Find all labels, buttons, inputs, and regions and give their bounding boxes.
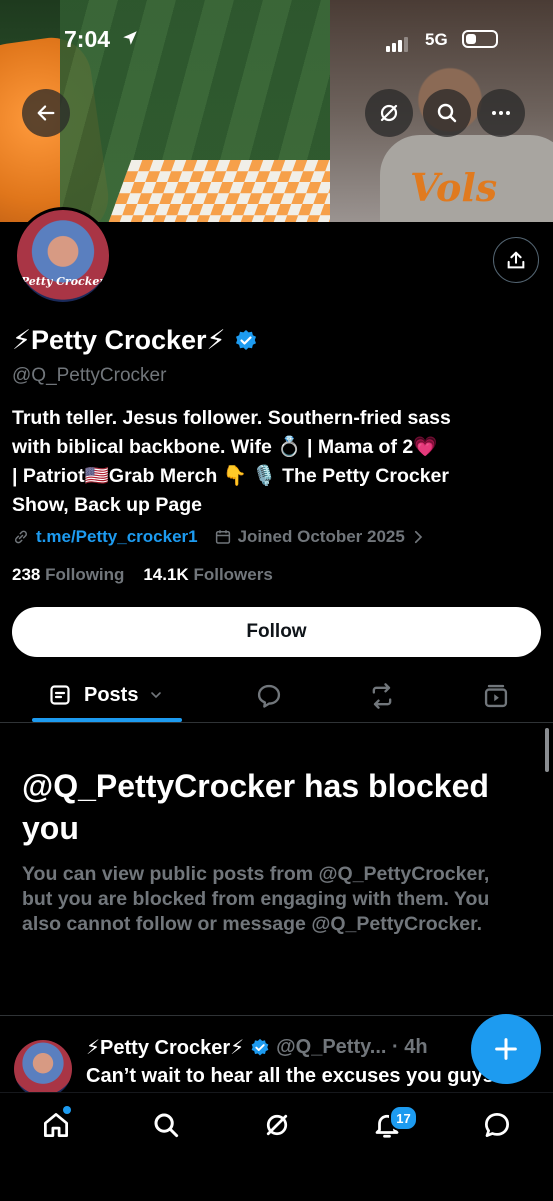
profile-handle: @Q_PettyCrocker — [12, 365, 167, 386]
profile-link[interactable]: t.me/Petty_crocker1 — [36, 527, 198, 547]
following-label: Following — [45, 565, 125, 584]
profile-display-name: ⚡Petty Crocker⚡ — [12, 325, 258, 356]
location-arrow-icon — [123, 31, 137, 45]
divider — [0, 1015, 553, 1016]
scrollbar[interactable] — [545, 728, 549, 772]
follow-counts: 238 Following 14.1K Followers — [12, 565, 273, 585]
tab-posts[interactable]: Posts — [48, 683, 164, 707]
link-icon — [14, 530, 28, 544]
compose-button[interactable] — [471, 1014, 541, 1084]
replies-tab-icon[interactable] — [255, 682, 283, 710]
chevron-right-icon[interactable] — [409, 528, 427, 546]
home-unread-dot — [63, 1106, 71, 1114]
verified-icon[interactable] — [234, 329, 258, 353]
profile-avatar[interactable]: Petty Crocker — [14, 207, 112, 305]
tweet-text[interactable]: Can’t wait to hear all the excuses you g… — [86, 1065, 526, 1088]
media-tab-icon[interactable] — [482, 682, 510, 710]
compose-icon — [495, 1038, 517, 1060]
active-tab-indicator — [32, 718, 182, 722]
display-name-text: ⚡Petty Crocker⚡ — [12, 325, 226, 355]
messages-icon[interactable] — [482, 1110, 512, 1140]
grok-icon — [380, 104, 398, 122]
calendar-icon — [215, 530, 230, 544]
notifications-badge: 17 — [389, 1105, 418, 1131]
followers-link[interactable]: 14.1K Followers — [143, 565, 272, 584]
bio-line: | Patriot🇺🇸Grab Merch 👇 🎙️ The Petty Cro… — [12, 465, 449, 487]
status-bar: 7:04 5G — [0, 0, 553, 70]
tweet-avatar[interactable] — [14, 1040, 72, 1098]
bottom-nav — [0, 1092, 553, 1201]
tab-posts-label: Posts — [84, 683, 139, 706]
follow-button[interactable]: Follow — [12, 607, 541, 657]
chevron-down-icon — [151, 692, 162, 699]
tweet-handle-time: @Q_Petty... · 4h — [276, 1036, 428, 1058]
network-type: 5G — [425, 30, 448, 49]
back-button[interactable] — [22, 89, 70, 137]
verified-icon — [251, 1038, 269, 1055]
bio-line: Show, Back up Page — [12, 494, 202, 516]
grok-icon[interactable] — [262, 1110, 292, 1140]
bio-line: Truth teller. Jesus follower. Southern-f… — [12, 407, 451, 429]
search-icon[interactable] — [151, 1110, 181, 1140]
joined-date: Joined October 2025 — [237, 527, 405, 546]
following-link[interactable]: 238 Following — [12, 565, 124, 584]
profile-meta: t.me/Petty_crocker1 Joined October 2025 — [12, 527, 427, 547]
status-time: 7:04 — [64, 26, 111, 52]
followers-label: Followers — [193, 565, 273, 584]
blocked-title: @Q_PettyCrocker has blocked you — [22, 768, 489, 846]
profile-bio: Truth teller. Jesus follower. Southern-f… — [12, 404, 532, 520]
search-button[interactable] — [423, 89, 471, 137]
search-icon — [437, 103, 457, 123]
tweet-header: ⚡Petty Crocker⚡ @Q_Petty... · 4h — [86, 1035, 428, 1060]
followers-count: 14.1K — [143, 565, 189, 584]
bio-line: with biblical backbone. Wife 💍 | Mama of… — [12, 436, 438, 458]
posts-icon — [50, 685, 70, 705]
back-arrow-icon — [37, 105, 55, 121]
share-button[interactable] — [493, 237, 539, 283]
grok-button[interactable] — [365, 89, 413, 137]
tweet-author-name[interactable]: ⚡Petty Crocker⚡ — [86, 1035, 244, 1060]
share-icon — [507, 251, 525, 269]
avatar-text: Petty Crocker — [20, 275, 106, 288]
more-icon — [492, 111, 510, 115]
home-icon[interactable] — [41, 1110, 71, 1140]
battery-icon — [462, 30, 498, 48]
following-count: 238 — [12, 565, 41, 584]
signal-icon — [386, 34, 410, 52]
banner-shirt-text: Vols — [410, 165, 498, 210]
retweet-tab-icon[interactable] — [368, 682, 396, 710]
blocked-description: You can view public posts from @Q_PettyC… — [22, 863, 490, 935]
more-button[interactable] — [477, 89, 525, 137]
